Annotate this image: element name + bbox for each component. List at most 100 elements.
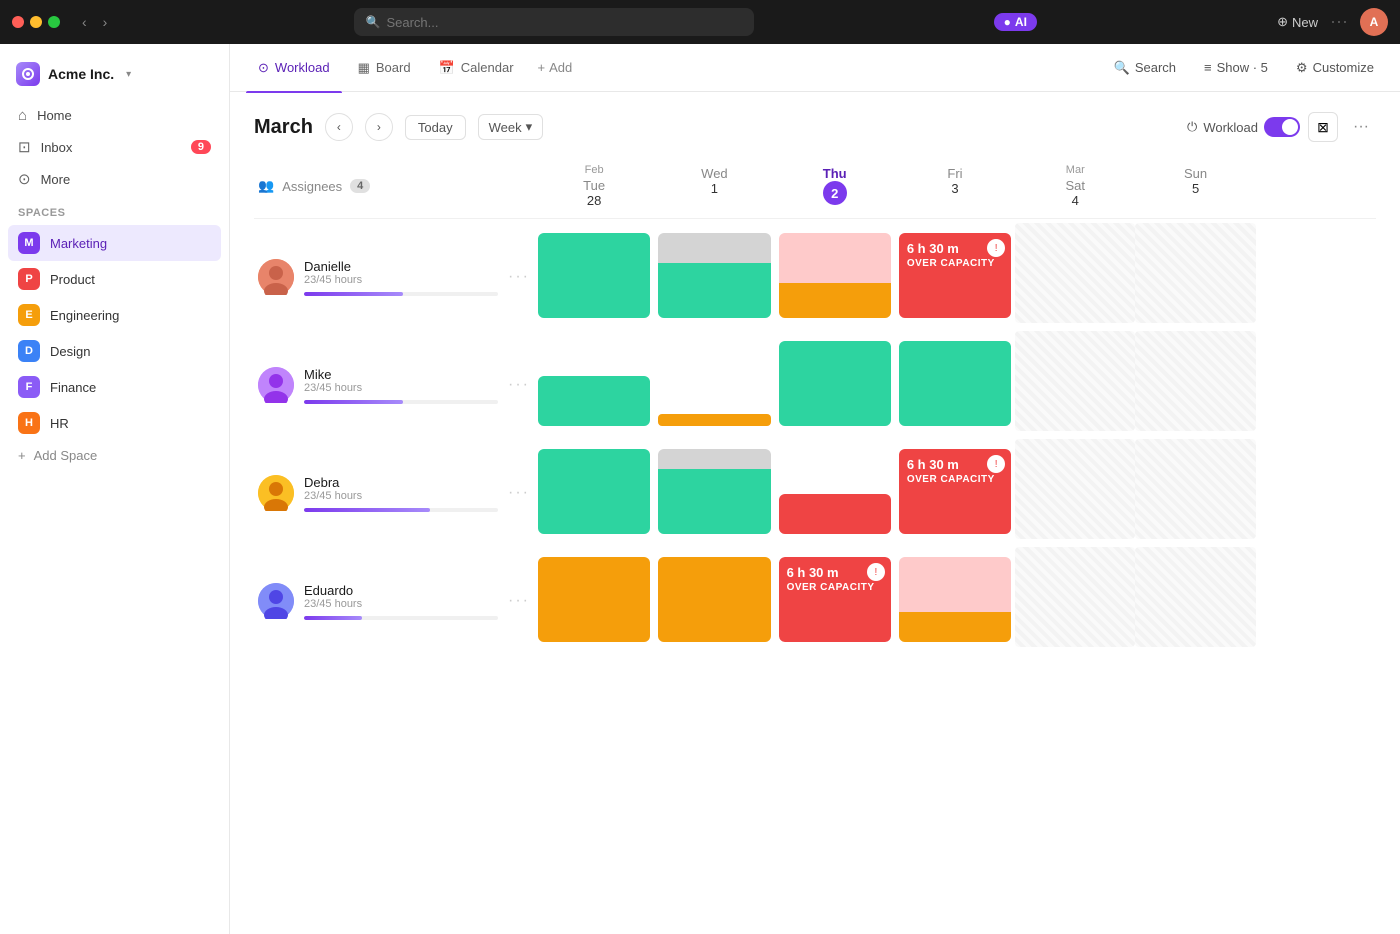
mike-block-wed1 — [658, 414, 770, 426]
danielle-cell-sun — [1135, 223, 1255, 323]
sidebar-item-product[interactable]: P Product — [8, 261, 221, 297]
grid-icon[interactable]: ⋯ — [1330, 12, 1348, 33]
finance-dot: F — [18, 376, 40, 398]
user-avatar[interactable]: A — [1360, 8, 1388, 36]
col-header-fri3: Fri 3 — [895, 162, 1015, 210]
daynum-5: 5 — [1135, 181, 1255, 196]
danielle-more-button[interactable]: ··· — [508, 268, 530, 286]
debra-progress-fill — [304, 508, 430, 512]
design-dot: D — [18, 340, 40, 362]
eduardo-progress-fill — [304, 616, 362, 620]
danielle-cell-sat — [1015, 223, 1135, 323]
tab-workload[interactable]: ⊙ Workload — [246, 50, 342, 86]
finance-label: Finance — [50, 380, 96, 395]
more-label: More — [41, 172, 71, 187]
search-input[interactable] — [386, 15, 741, 30]
topbar-right: ⊕ New ⋯ A — [1277, 8, 1388, 36]
hr-dot: H — [18, 412, 40, 434]
mike-cell-sun — [1135, 331, 1255, 431]
month-title: March — [254, 116, 313, 139]
sidebar-item-hr[interactable]: H HR — [8, 405, 221, 441]
maximize-button[interactable] — [48, 16, 60, 28]
workload-tab-label: Workload — [275, 60, 330, 75]
tab-calendar[interactable]: 📅 Calendar — [427, 50, 526, 86]
tab-board[interactable]: ▦ Board — [346, 50, 423, 86]
new-button[interactable]: ⊕ New — [1277, 14, 1318, 30]
mike-block-fri3 — [899, 341, 1011, 426]
engineering-dot: E — [18, 304, 40, 326]
workload-toggle[interactable]: ⏻ Workload — [1187, 117, 1300, 137]
new-circle-icon: ⊕ — [1277, 14, 1288, 30]
mike-block-thu2 — [779, 341, 891, 426]
danielle-block-thu2 — [779, 233, 891, 318]
back-button[interactable]: ‹ — [76, 12, 93, 32]
eduardo-block-wed1 — [658, 557, 770, 642]
more-options-button[interactable]: ··· — [1346, 112, 1376, 142]
today-circle: 2 — [823, 181, 847, 205]
debra-details: Debra 23/45 hours — [304, 475, 498, 512]
eduardo-cell-fri3 — [895, 547, 1015, 647]
eduardo-more-button[interactable]: ··· — [508, 592, 530, 610]
close-button[interactable] — [12, 16, 24, 28]
eduardo-avatar — [258, 583, 294, 619]
forward-button[interactable]: › — [97, 12, 114, 32]
mike-avatar — [258, 367, 294, 403]
show-toolbar-button[interactable]: ≡ Show · 5 — [1194, 55, 1278, 80]
sidebar-item-more[interactable]: ⊙ More — [8, 163, 221, 195]
mike-more-button[interactable]: ··· — [508, 376, 530, 394]
eduardo-details: Eduardo 23/45 hours — [304, 583, 498, 620]
day-sat: Sat — [1015, 178, 1135, 193]
eduardo-cell-wed1 — [654, 547, 774, 647]
danielle-details: Danielle 23/45 hours — [304, 259, 498, 296]
sidebar-item-design[interactable]: D Design — [8, 333, 221, 369]
grid-header: 👥 Assignees 4 Feb Tue 28 Wed 1 — [254, 162, 1376, 219]
workspace-header[interactable]: Acme Inc. ▾ — [8, 56, 221, 92]
add-space-button[interactable]: + Add Space — [8, 441, 221, 470]
mike-block-feb28 — [538, 376, 650, 426]
eduardo-cell-sun — [1135, 547, 1255, 647]
sidebar-item-inbox[interactable]: ⊡ Inbox 9 — [8, 131, 221, 163]
daynum-28: 28 — [534, 193, 654, 208]
eduardo-block-fri3 — [899, 557, 1011, 642]
customize-icon: ⚙ — [1296, 60, 1308, 76]
mike-hours: 23/45 hours — [304, 382, 498, 394]
mike-info: Mike 23/45 hours ··· — [254, 331, 534, 431]
debra-block-thu2 — [779, 494, 891, 534]
calendar-tab-label: Calendar — [461, 60, 514, 75]
workload-tab-icon: ⊙ — [258, 60, 269, 76]
col-header-feb28: Feb Tue 28 — [534, 162, 654, 210]
danielle-cell-feb28 — [534, 223, 654, 323]
week-selector[interactable]: Week ▾ — [478, 114, 544, 140]
sidebar-item-engineering[interactable]: E Engineering — [8, 297, 221, 333]
add-tab-label: Add — [549, 60, 572, 75]
eduardo-block-thu2: 6 h 30 m OVER CAPACITY ! — [779, 557, 891, 642]
workspace-logo — [16, 62, 40, 86]
search-toolbar-button[interactable]: 🔍 Search — [1104, 55, 1186, 81]
eduardo-info: Eduardo 23/45 hours ··· — [254, 547, 534, 647]
danielle-block-fri3: 6 h 30 m OVER CAPACITY ! — [899, 233, 1011, 318]
sidebar-item-marketing[interactable]: M Marketing — [8, 225, 221, 261]
danielle-hours: 23/45 hours — [304, 274, 498, 286]
customize-toolbar-button[interactable]: ⚙ Customize — [1286, 55, 1384, 81]
add-tab-button[interactable]: + Add — [530, 54, 581, 81]
prev-month-button[interactable]: ‹ — [325, 113, 353, 141]
mike-progress-fill — [304, 400, 403, 404]
minimize-button[interactable] — [30, 16, 42, 28]
debra-progress-bar — [304, 508, 498, 512]
mike-cell-wed1 — [654, 331, 774, 431]
marketing-label: Marketing — [50, 236, 107, 251]
toggle-switch[interactable] — [1264, 117, 1300, 137]
today-button[interactable]: Today — [405, 115, 466, 140]
next-month-button[interactable]: › — [365, 113, 393, 141]
browser-search[interactable]: 🔍 — [354, 8, 754, 36]
sidebar-item-finance[interactable]: F Finance — [8, 369, 221, 405]
eduardo-cell-feb28 — [534, 547, 654, 647]
eduardo-name: Eduardo — [304, 583, 498, 598]
debra-over-label: OVER CAPACITY — [907, 474, 1003, 485]
debra-cell-sat — [1015, 439, 1135, 539]
debra-more-button[interactable]: ··· — [508, 484, 530, 502]
sidebar-item-home[interactable]: ⌂ Home — [8, 100, 221, 131]
filter-button[interactable]: ⊠ — [1308, 112, 1338, 142]
ai-badge[interactable]: ● AI — [994, 13, 1037, 31]
tab-bar: ⊙ Workload ▦ Board 📅 Calendar + Add 🔍 Se… — [230, 44, 1400, 92]
